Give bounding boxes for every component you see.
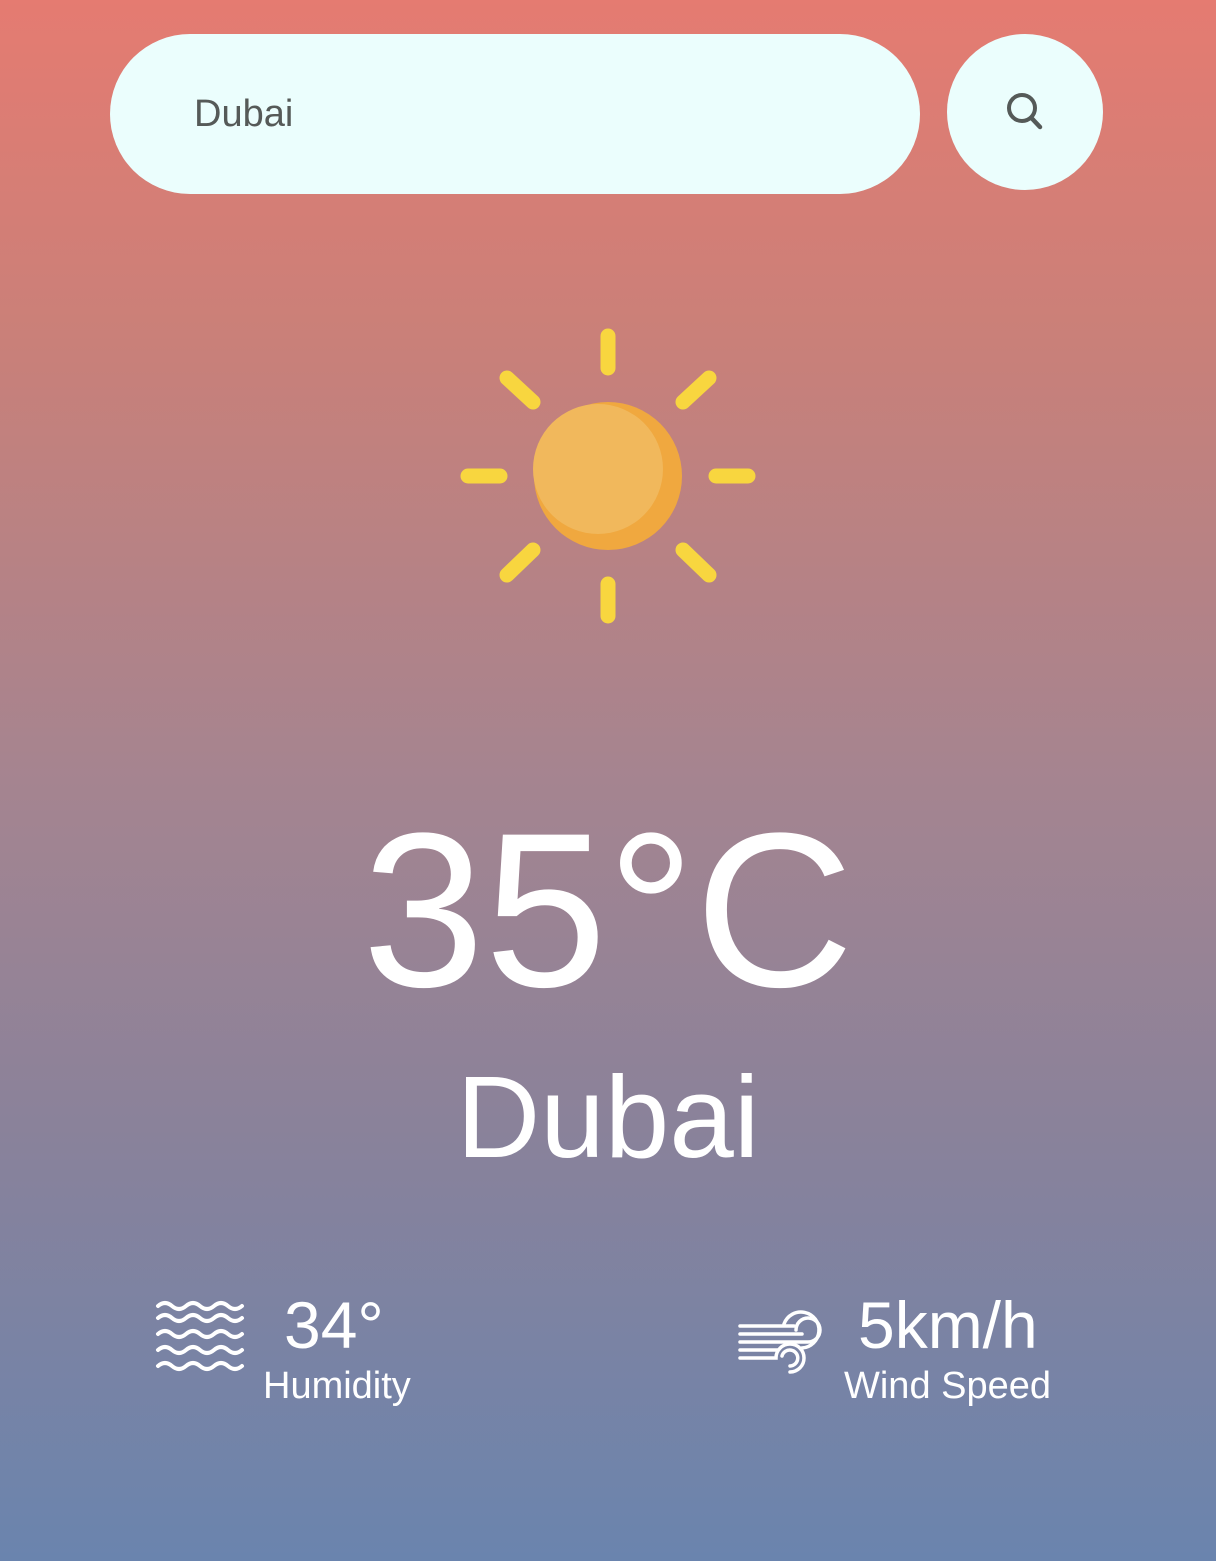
- humidity-stat: 34° Humidity: [150, 1290, 450, 1420]
- search-icon: [1007, 93, 1043, 130]
- wind-stat: 5km/h Wind Speed: [730, 1290, 1070, 1420]
- humidity-value: 34°: [284, 1288, 384, 1362]
- sun-icon: [460, 328, 756, 624]
- search-input[interactable]: [192, 91, 876, 137]
- wind-speed-label: Wind Speed: [844, 1365, 1052, 1407]
- wind-icon: [738, 1310, 822, 1374]
- temperature: 35°C: [362, 787, 854, 1033]
- wind-speed-value: 5km/h: [858, 1288, 1038, 1362]
- search-bar: [110, 34, 920, 194]
- humidity-waves-icon: [156, 1301, 244, 1371]
- search-button[interactable]: [947, 34, 1103, 190]
- humidity-label: Humidity: [263, 1365, 411, 1407]
- city-name: Dubai: [456, 1052, 760, 1182]
